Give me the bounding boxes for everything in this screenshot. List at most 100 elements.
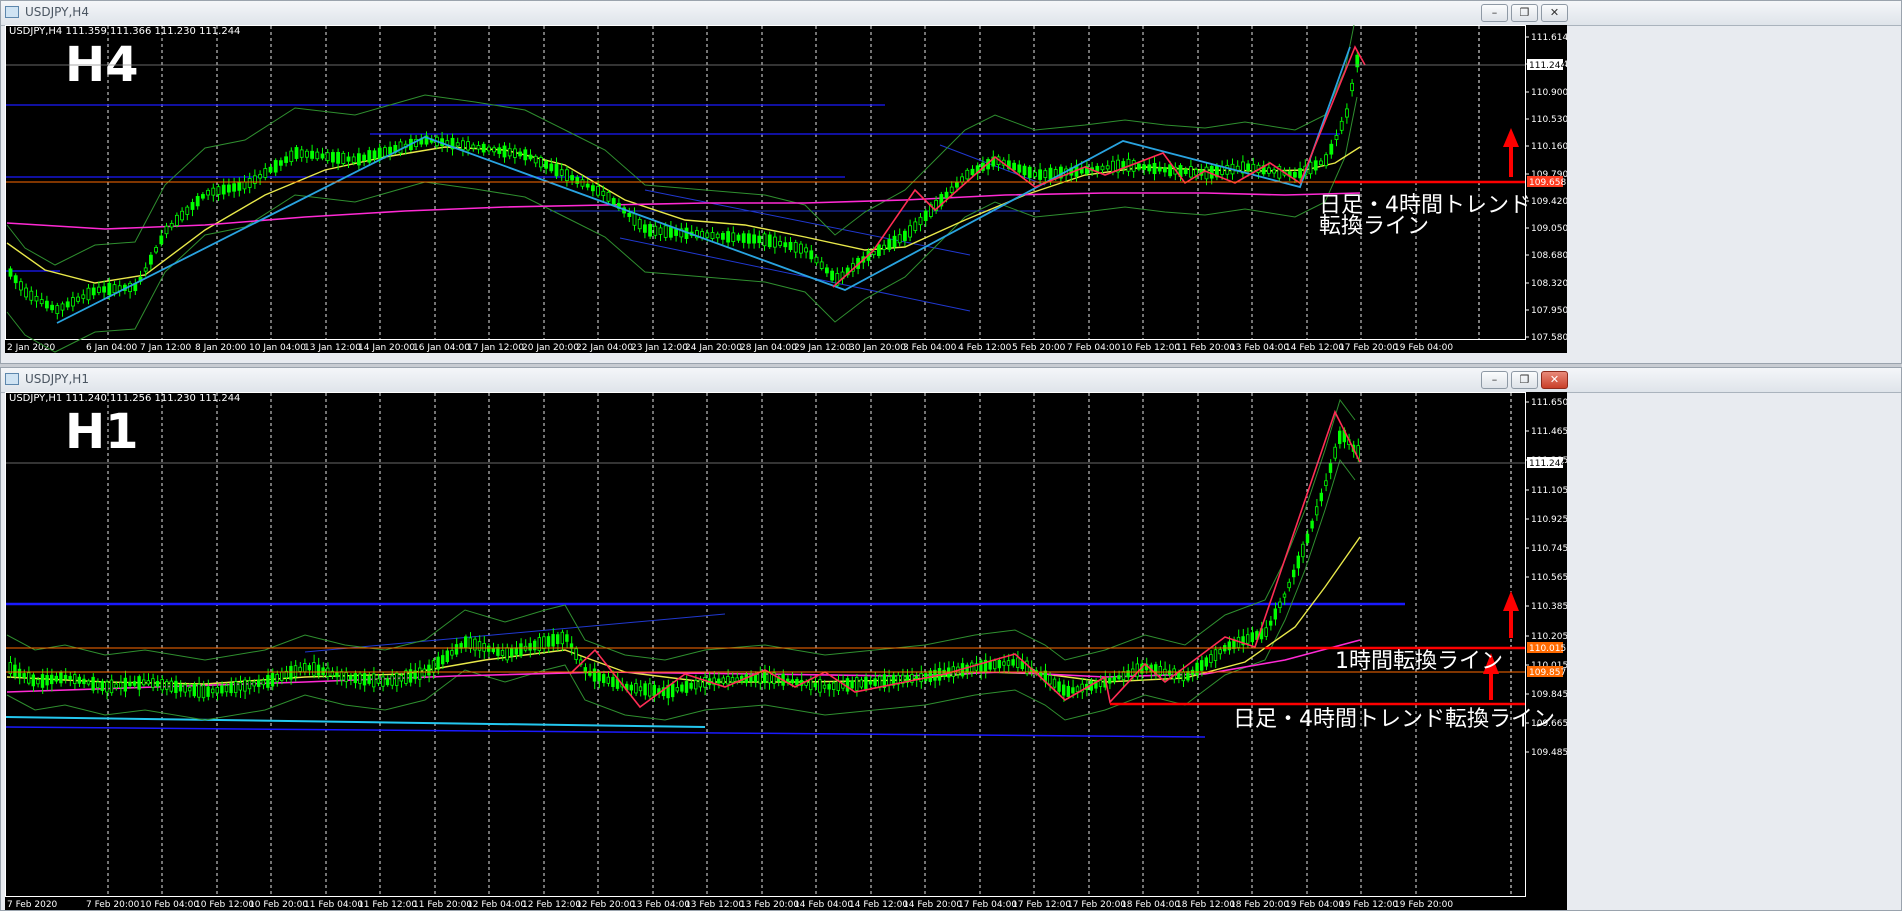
price-tick-label: 107.580 <box>1531 333 1567 343</box>
candle <box>855 677 859 691</box>
candle <box>648 224 652 237</box>
candle <box>887 239 892 250</box>
candle <box>50 304 54 311</box>
candle <box>154 247 159 253</box>
candle <box>809 678 813 691</box>
candle <box>445 650 449 662</box>
candle <box>684 681 689 693</box>
candle <box>151 678 155 688</box>
candle <box>509 648 514 657</box>
minimize-button[interactable]: – <box>1481 371 1508 389</box>
candle <box>211 187 216 196</box>
restore-icon: ❐ <box>1519 373 1530 386</box>
candle <box>298 666 302 672</box>
candle <box>29 290 34 301</box>
candle <box>758 671 762 684</box>
candle <box>216 186 221 195</box>
time-tick-label: 22 Jan 04:00 <box>576 343 633 353</box>
candle <box>372 150 377 160</box>
candle <box>602 674 606 683</box>
candle <box>949 186 954 193</box>
candle <box>289 150 294 162</box>
candle <box>63 674 68 680</box>
candle <box>757 235 762 244</box>
candle <box>1287 581 1291 589</box>
candle <box>1298 168 1302 179</box>
candle <box>275 673 279 682</box>
time-tick-label: 4 Feb 12:00 <box>958 343 1012 353</box>
price-chart-h4[interactable]: 2 Jan 2020 6 Jan 04:00 7 Jan 12:00 8 Jan 20… <box>5 25 1567 353</box>
candle <box>266 674 270 688</box>
restore-button[interactable]: ❐ <box>1511 4 1538 22</box>
time-tick-label: 17 Feb 20:00 <box>1339 343 1398 353</box>
restore-button[interactable]: ❐ <box>1511 371 1538 389</box>
candle <box>570 175 574 181</box>
time-tick-label: 29 Jan 12:00 <box>794 343 851 353</box>
price-tick-label: 108.320 <box>1531 279 1567 289</box>
candle <box>1100 165 1105 171</box>
candle <box>1147 164 1152 172</box>
candle <box>1022 165 1027 176</box>
candle <box>362 154 367 161</box>
candle <box>36 679 40 685</box>
candle <box>592 668 597 682</box>
candle <box>675 687 679 692</box>
time-tick-label: 28 Jan 04:00 <box>740 343 797 353</box>
candle <box>404 670 408 684</box>
time-tick-label: 14 Jan 20:00 <box>358 343 415 353</box>
price-chart-h1[interactable]: 7 Feb 2020 7 Feb 20:00 10 Feb 04:0010 Feb … <box>5 392 1567 910</box>
close-button[interactable]: ✕ <box>1541 371 1568 389</box>
support-line <box>5 726 1206 738</box>
close-button[interactable]: ✕ <box>1541 4 1568 22</box>
candle <box>132 681 137 686</box>
candle <box>850 680 854 689</box>
candle <box>1273 608 1277 620</box>
plot-frame <box>5 392 1526 897</box>
annotation-text: 日足・4時間トレンド転換ライン <box>1233 707 1555 732</box>
candle <box>767 234 772 248</box>
time-tick-label: 10 Feb 12:00 <box>195 900 254 910</box>
candle <box>970 662 974 674</box>
candle <box>832 682 836 690</box>
candle <box>278 160 283 166</box>
candle <box>185 206 190 215</box>
candle <box>358 673 362 684</box>
candle <box>476 145 481 150</box>
candle <box>388 146 393 154</box>
candle <box>877 244 881 256</box>
candle <box>268 166 273 173</box>
candle <box>164 225 169 235</box>
candle <box>1131 160 1136 172</box>
titlebar-h1[interactable]: USDJPY,H1 – ❐ ✕ <box>1 368 1901 393</box>
candle <box>187 687 192 692</box>
candle <box>580 179 585 187</box>
candle <box>247 680 252 690</box>
candle <box>1062 684 1066 696</box>
candle <box>788 241 793 251</box>
candle <box>773 236 777 248</box>
candle <box>1167 670 1172 676</box>
candle <box>523 149 528 161</box>
candle <box>822 684 827 689</box>
time-tick-label: 6 Jan 04:00 <box>86 343 138 353</box>
candle <box>1194 168 1198 176</box>
chart-window-h1[interactable]: USDJPY,H1 – ❐ ✕ 7 Feb 2020 7 Feb 20:00 10 … <box>0 367 1902 911</box>
candle <box>256 679 261 687</box>
candle <box>312 662 316 676</box>
time-tick-label: 14 Feb 04:00 <box>794 900 853 910</box>
candle <box>178 684 183 692</box>
candle <box>353 673 357 684</box>
titlebar-h4[interactable]: USDJPY,H4 – ❐ ✕ <box>1 1 1901 26</box>
candle <box>778 241 782 246</box>
candle <box>86 680 91 685</box>
minimize-button[interactable]: – <box>1481 4 1508 22</box>
candle <box>818 679 822 693</box>
candle <box>597 672 601 682</box>
candle <box>873 678 877 686</box>
time-tick-label: 14 Feb 20:00 <box>903 900 962 910</box>
candle <box>491 648 495 653</box>
chart-window-h4[interactable]: USDJPY,H4 – ❐ ✕ 2 Jan 2020 6 Jan 04:00 7 J… <box>0 0 1902 364</box>
candle <box>518 151 522 157</box>
candle <box>224 685 229 693</box>
moving-average-yellow <box>6 536 1361 685</box>
